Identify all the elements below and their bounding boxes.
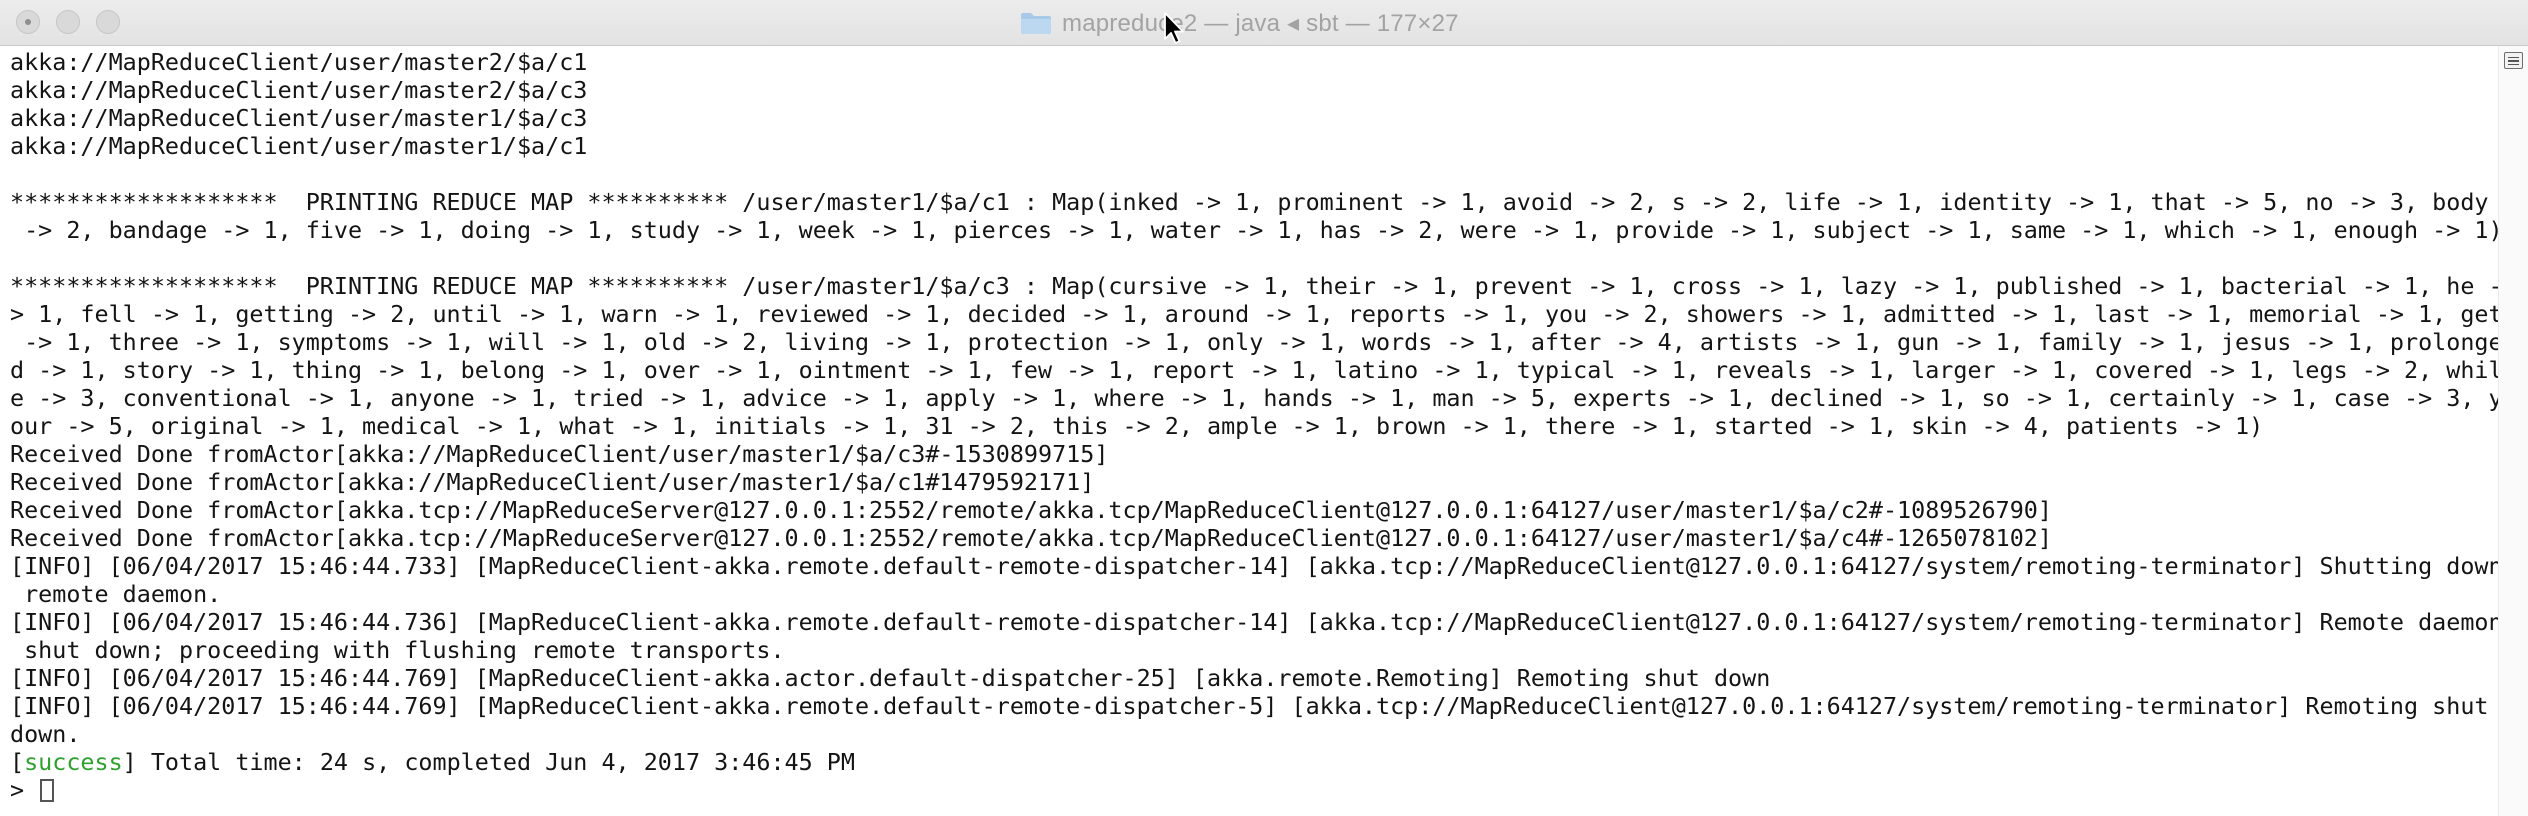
split-pane-icon[interactable] (2504, 52, 2523, 69)
terminal-line: [INFO] [06/04/2017 15:46:44.733] [MapRed… (10, 552, 2498, 580)
window-title-group: mapreduce2 — java ◂ sbt — 177×27 (1020, 6, 1459, 40)
terminal-line: [INFO] [06/04/2017 15:46:44.769] [MapRed… (10, 664, 1771, 692)
terminal-line: -> 2, bandage -> 1, five -> 1, doing -> … (10, 216, 2498, 244)
terminal-line: our -> 5, original -> 1, medical -> 1, w… (10, 412, 2264, 440)
status-open-bracket: [ (10, 748, 25, 776)
vertical-scrollbar[interactable] (2498, 46, 2528, 816)
terminal-line: > 1, fell -> 1, getting -> 2, until -> 1… (10, 300, 2498, 328)
terminal-line: down. (10, 720, 81, 748)
minimize-window-button[interactable] (56, 10, 80, 34)
terminal-line: ******************* PRINTING REDUCE MAP … (10, 272, 2498, 300)
terminal-line: Received Done fromActor[akka://MapReduce… (10, 440, 1109, 468)
terminal-line: akka://MapReduceClient/user/master2/$a/c… (10, 48, 588, 76)
status-line: [success] Total time: 24 s, completed Ju… (10, 748, 855, 776)
terminal-line: Received Done fromActor[akka.tcp://MapRe… (10, 524, 2052, 552)
terminal-line: Received Done fromActor[akka://MapReduce… (10, 468, 1095, 496)
title-bar[interactable]: mapreduce2 — java ◂ sbt — 177×27 (0, 0, 2528, 46)
terminal-line: remote daemon. (10, 580, 222, 608)
terminal-line: -> 1, three -> 1, symptoms -> 1, will ->… (10, 328, 2498, 356)
status-message: ] Total time: 24 s, completed Jun 4, 201… (122, 748, 855, 776)
success-status: success (24, 748, 123, 776)
terminal-output[interactable]: akka://MapReduceClient/user/master2/$a/c… (0, 46, 2498, 816)
close-window-button[interactable] (16, 10, 40, 34)
terminal-line: ******************* PRINTING REDUCE MAP … (10, 188, 2489, 216)
prompt-symbol: > (10, 776, 39, 804)
terminal-line: [INFO] [06/04/2017 15:46:44.769] [MapRed… (10, 692, 2489, 720)
folder-icon (1020, 11, 1052, 35)
text-cursor (40, 779, 55, 802)
terminal-line: [INFO] [06/04/2017 15:46:44.736] [MapRed… (10, 608, 2498, 636)
mouse-pointer-icon (1163, 12, 1187, 48)
terminal-window: mapreduce2 — java ◂ sbt — 177×27 akka://… (0, 0, 2528, 816)
command-prompt[interactable]: > (10, 776, 55, 804)
terminal-line: shut down; proceeding with flushing remo… (10, 636, 785, 664)
terminal-line: akka://MapReduceClient/user/master2/$a/c… (10, 76, 588, 104)
terminal-line: akka://MapReduceClient/user/master1/$a/c… (10, 132, 588, 160)
terminal-line: d -> 1, story -> 1, thing -> 1, belong -… (10, 356, 2498, 384)
zoom-window-button[interactable] (96, 10, 120, 34)
window-title: mapreduce2 — java ◂ sbt — 177×27 (1062, 9, 1459, 37)
terminal-line: akka://MapReduceClient/user/master1/$a/c… (10, 104, 588, 132)
terminal-line: e -> 3, conventional -> 1, anyone -> 1, … (10, 384, 2498, 412)
terminal-line: Received Done fromActor[akka.tcp://MapRe… (10, 496, 2052, 524)
